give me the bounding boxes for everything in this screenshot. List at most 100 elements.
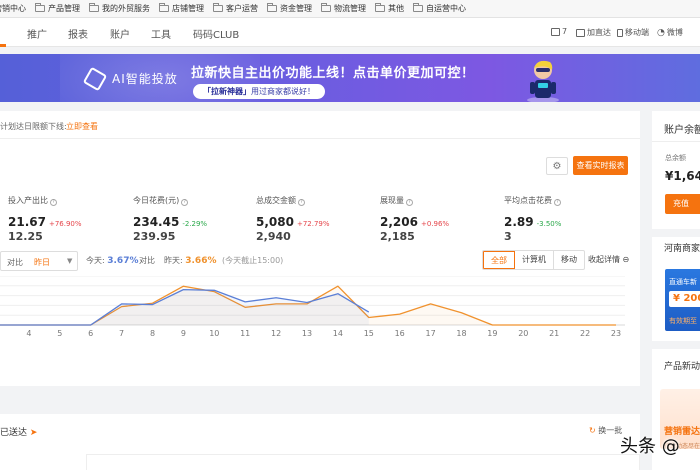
metric-value: 2,206 xyxy=(380,215,418,229)
bookmark-label: 自运营中心 xyxy=(426,4,466,13)
folder-icon xyxy=(159,3,169,12)
metric-label: 投入产出比? xyxy=(8,195,82,206)
x-tick-label: 5 xyxy=(57,329,62,338)
bookmark-label: 其他 xyxy=(388,4,404,13)
tab-promotion[interactable]: 推广 xyxy=(27,26,47,41)
legend-today-label: 今天: xyxy=(86,256,105,265)
metric-roi[interactable]: 投入产出比? 21.67 +76.90% 12.25 xyxy=(8,195,82,243)
metric-gmv[interactable]: 总成交金额? 5,080 +72.79% 2,940 xyxy=(256,195,330,243)
metric-previous: 2,185 xyxy=(380,230,415,243)
x-tick-label: 11 xyxy=(240,329,250,338)
metric-label: 平均点击花费? xyxy=(504,195,561,206)
x-tick-label: 4 xyxy=(26,329,31,338)
metric-change: +0.96% xyxy=(420,220,450,228)
metric-value-row: 2,206 +0.96% xyxy=(380,215,449,229)
help-icon[interactable]: ? xyxy=(181,199,189,206)
folder-icon xyxy=(375,3,385,12)
x-tick-label: 9 xyxy=(181,329,186,338)
metric-previous: 12.25 xyxy=(8,230,43,243)
account-title: 账户余额 xyxy=(664,125,700,136)
region-merchant-panel: 河南商家 直通车新 ¥ 200 有效期至 xyxy=(652,237,700,341)
coupon-promo[interactable]: 直通车新 ¥ 200 有效期至 xyxy=(665,269,700,331)
tab-club[interactable]: 码码CLUB xyxy=(193,26,239,41)
help-icon[interactable]: ? xyxy=(554,199,561,206)
tab-reports[interactable]: 报表 xyxy=(68,26,88,41)
bookmark-label: 产品管理 xyxy=(48,4,80,13)
bookmark-products[interactable]: 产品管理 xyxy=(35,3,80,14)
bookmark-label: 我的外贸服务 xyxy=(102,4,150,13)
promo-banner[interactable]: AI智能投放 拉新快自主出价功能上线！点击单价更加可控！ 「拉新神器」用过商家都… xyxy=(0,54,700,102)
refresh-batch-button[interactable]: ↻ 换一批 xyxy=(589,425,622,436)
metric-value-row: 21.67 +76.90% xyxy=(8,215,82,229)
legend-note: (今天截止15:00) xyxy=(222,256,284,265)
x-tick-label: 7 xyxy=(119,329,124,338)
compare-value: 昨日 xyxy=(34,258,50,267)
legend-yesterday-value: 3.66% xyxy=(185,256,217,266)
desktop-icon xyxy=(576,28,585,37)
help-icon[interactable]: ? xyxy=(50,199,57,206)
metric-value-row: 2.89 -3.50% xyxy=(504,215,561,229)
dashboard-card: 计划达日限额下线: 立即查看 ⚙ 查看实时报表 投入产出比? 21.67 +76.… xyxy=(0,111,640,386)
collapse-details-button[interactable]: 收起详情 ⊖ xyxy=(588,254,629,265)
metric-cpc[interactable]: 平均点击花费? 2.89 -3.50% 3 xyxy=(504,195,561,243)
bookmark-trade-services[interactable]: 我的外贸服务 xyxy=(89,3,150,14)
help-icon[interactable]: ? xyxy=(406,199,413,206)
metric-spend[interactable]: 今日花费(元)? 234.45 -2.29% 239.95 xyxy=(133,195,207,243)
metric-label: 今日花费(元)? xyxy=(133,195,207,206)
weibo-button[interactable]: ◔ 微博 xyxy=(657,27,683,38)
metric-label-text: 展现量 xyxy=(380,196,404,205)
promo-line1: 直通车新 xyxy=(669,278,697,286)
help-icon[interactable]: ? xyxy=(298,199,305,206)
tab-tools[interactable]: 工具 xyxy=(151,26,171,41)
recharge-button[interactable]: 充值 xyxy=(665,194,700,214)
bookmark-other[interactable]: 其他 xyxy=(375,3,404,14)
metric-value: 234.45 xyxy=(133,215,180,229)
weibo-icon: ◔ xyxy=(657,27,665,38)
banner-ai-label: AI智能投放 xyxy=(112,72,178,86)
segment-all[interactable]: 全部 xyxy=(483,251,515,269)
bookmark-customers[interactable]: 客户运营 xyxy=(213,3,258,14)
x-tick-label: 20 xyxy=(518,329,528,338)
bookmark-self-ops[interactable]: 自运营中心 xyxy=(413,3,466,14)
banner-headline: 拉新快自主出价功能上线！点击单价更加可控！ xyxy=(191,66,475,81)
segment-mobile[interactable]: 移动 xyxy=(554,251,584,269)
x-tick-label: 15 xyxy=(364,329,374,338)
compare-period-select[interactable]: 对比 昨日 ▼ xyxy=(0,251,78,271)
collapse-icon: ⊖ xyxy=(622,255,630,264)
tab-account[interactable]: 账户 xyxy=(110,26,130,41)
x-tick-label: 19 xyxy=(487,329,497,338)
x-tick-label: 3 xyxy=(0,329,1,338)
bookmark-label: 物流管理 xyxy=(334,4,366,13)
metric-change: +76.90% xyxy=(48,220,82,228)
add-shortcut-button[interactable]: 加直达 xyxy=(576,27,611,38)
metric-impressions[interactable]: 展现量? 2,206 +0.96% 2,185 xyxy=(380,195,449,243)
recommend-card: 已送达 ➤ ↻ 换一批 xyxy=(0,414,640,470)
weibo-label: 微博 xyxy=(666,28,683,37)
notice-bar: 计划达日限额下线: 立即查看 xyxy=(0,111,640,139)
x-tick-label: 6 xyxy=(88,329,93,338)
bookmark-funds[interactable]: 资金管理 xyxy=(267,3,312,14)
x-tick-label: 23 xyxy=(611,329,621,338)
segment-pc[interactable]: 计算机 xyxy=(515,251,554,269)
realtime-report-button[interactable]: 查看实时报表 xyxy=(573,156,628,175)
view-now-link[interactable]: 立即查看 xyxy=(66,121,98,132)
refresh-label: 换一批 xyxy=(598,426,623,435)
paper-plane-icon: ➤ xyxy=(29,428,38,438)
collapse-label: 收起详情 xyxy=(588,255,620,264)
metric-value-row: 234.45 -2.29% xyxy=(133,215,207,229)
x-tick-label: 21 xyxy=(549,329,559,338)
bookmark-logistics[interactable]: 物流管理 xyxy=(321,3,366,14)
mobile-button[interactable]: 移动端 xyxy=(617,27,649,38)
region-title: 河南商家 xyxy=(664,244,700,254)
settings-button[interactable]: ⚙ xyxy=(546,157,568,175)
notifications-button[interactable]: 7 xyxy=(551,27,567,36)
folder-icon xyxy=(89,3,99,12)
x-tick-label: 14 xyxy=(333,329,343,338)
legend-vs: 对比 xyxy=(139,256,155,265)
bookmark-marketing[interactable]: 营销中心 xyxy=(0,3,26,14)
x-tick-label: 18 xyxy=(456,329,466,338)
bookmark-shop[interactable]: 店铺管理 xyxy=(159,3,204,14)
metric-label-text: 投入产出比 xyxy=(8,196,48,205)
bookmark-label: 资金管理 xyxy=(280,4,312,13)
metric-change: +72.79% xyxy=(296,220,330,228)
